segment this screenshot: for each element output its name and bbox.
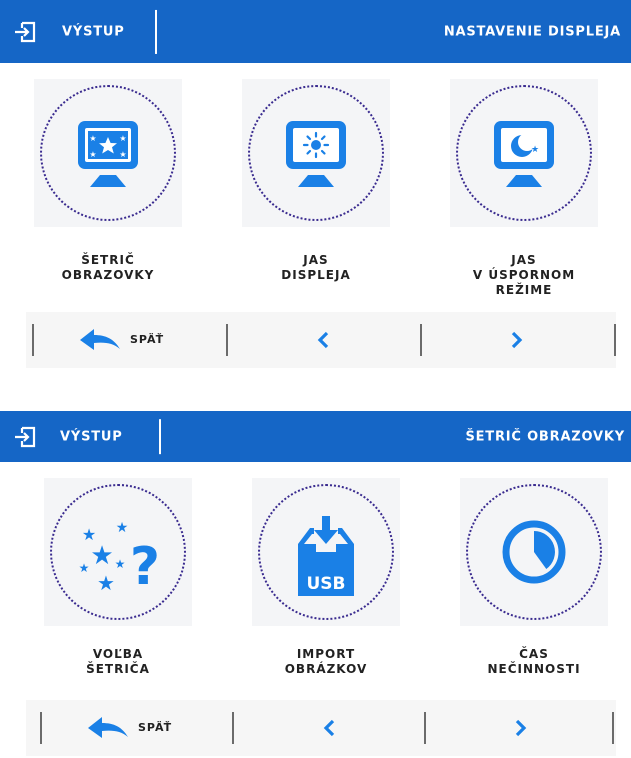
nav-divider (614, 324, 616, 356)
back-button[interactable]: SPÄŤ (34, 312, 224, 368)
svg-text:★: ★ (89, 150, 96, 159)
image-import-caption: IMPORT OBRÁZKOV (246, 647, 406, 677)
inactivity-time-caption: ČAS NEČINNOSTI (454, 647, 614, 677)
previous-button[interactable] (234, 700, 424, 756)
exit-label: VÝSTUP (62, 24, 125, 39)
caption-line: ČAS (519, 647, 549, 661)
caption-line: NEČINNOSTI (487, 662, 581, 676)
display-brightness-caption: JAS DISPLEJA (236, 253, 396, 283)
chevron-left-icon (317, 331, 329, 349)
back-label: SPÄŤ (138, 721, 173, 734)
caption-line: JAS (303, 253, 329, 267)
screensaver-choice-caption: VOĽBA ŠETRIČA (38, 647, 198, 677)
screensaver-choice-tile[interactable]: ★ ★ ★ ★ ★ ★ ? (44, 478, 192, 626)
header-divider (159, 418, 161, 455)
screensaver-tile[interactable]: ★ ★ ★ ★ (34, 79, 182, 227)
back-arrow-icon (80, 329, 120, 350)
svg-text:★: ★ (97, 571, 115, 595)
svg-text:★: ★ (531, 145, 539, 155)
previous-button[interactable] (228, 312, 418, 368)
svg-text:?: ? (130, 537, 160, 597)
usb-label: USB (306, 574, 345, 594)
bottom-nav: SPÄŤ (26, 312, 616, 368)
chevron-right-icon (515, 719, 527, 737)
exit-label: VÝSTUP (60, 429, 123, 444)
screensaver-settings-screen: VÝSTUP ŠETRIČ OBRAZOVKY ★ ★ ★ ★ ★ ★ ? VO… (0, 411, 631, 758)
eco-brightness-caption: JAS V ÚSPORNOM REŽIME (444, 253, 604, 298)
caption-line: REŽIME (495, 283, 553, 297)
nav-divider (612, 712, 614, 744)
caption-line: V ÚSPORNOM (472, 268, 576, 282)
display-brightness-tile[interactable] (242, 79, 390, 227)
next-button[interactable] (422, 312, 612, 368)
stars-question-icon: ★ ★ ★ ★ ★ ★ ? (79, 520, 160, 597)
exit-icon (15, 21, 36, 42)
back-label: SPÄŤ (130, 333, 165, 346)
svg-text:★: ★ (115, 557, 126, 571)
bottom-nav: SPÄŤ (26, 700, 616, 756)
image-import-tile[interactable]: USB (252, 478, 400, 626)
clock-icon (502, 520, 566, 584)
eco-brightness-tile[interactable]: ★ (450, 79, 598, 227)
svg-text:★: ★ (119, 134, 126, 143)
monitor-sun-icon (286, 121, 346, 187)
caption-line: ŠETRIČ (81, 253, 135, 267)
svg-text:★: ★ (90, 541, 113, 571)
svg-text:★: ★ (89, 134, 96, 143)
inactivity-time-tile[interactable] (460, 478, 608, 626)
chevron-right-icon (511, 331, 523, 349)
caption-line: DISPLEJA (281, 268, 351, 282)
caption-line: OBRÁZKOV (284, 662, 368, 676)
svg-text:★: ★ (79, 561, 90, 575)
svg-text:★: ★ (119, 150, 126, 159)
caption-line: JAS (511, 253, 537, 267)
header-bar: VÝSTUP NASTAVENIE DISPLEJA (0, 0, 631, 63)
page-title: NASTAVENIE DISPLEJA (443, 24, 621, 39)
chevron-left-icon (323, 719, 335, 737)
header-divider (155, 9, 157, 54)
caption-line: ŠETRIČA (86, 662, 150, 676)
caption-line: OBRAZOVKY (61, 268, 155, 282)
exit-button[interactable]: VÝSTUP (0, 411, 159, 462)
screensaver-caption: ŠETRIČ OBRAZOVKY (28, 253, 188, 283)
svg-text:★: ★ (116, 520, 129, 536)
monitor-stars-icon: ★ ★ ★ ★ (78, 121, 138, 187)
back-button[interactable]: SPÄŤ (42, 700, 232, 756)
caption-line: IMPORT (296, 647, 356, 661)
header-bar: VÝSTUP ŠETRIČ OBRAZOVKY (0, 411, 631, 462)
display-settings-screen: VÝSTUP NASTAVENIE DISPLEJA ★ ★ ★ ★ ŠETRI… (0, 0, 631, 380)
back-arrow-icon (88, 717, 128, 738)
next-button[interactable] (426, 700, 612, 756)
exit-button[interactable]: VÝSTUP (0, 0, 155, 63)
usb-import-icon: USB (298, 516, 354, 596)
exit-icon (15, 426, 36, 447)
monitor-moon-icon: ★ (494, 121, 554, 187)
caption-line: VOĽBA (92, 647, 144, 661)
page-title: ŠETRIČ OBRAZOVKY (465, 429, 625, 444)
